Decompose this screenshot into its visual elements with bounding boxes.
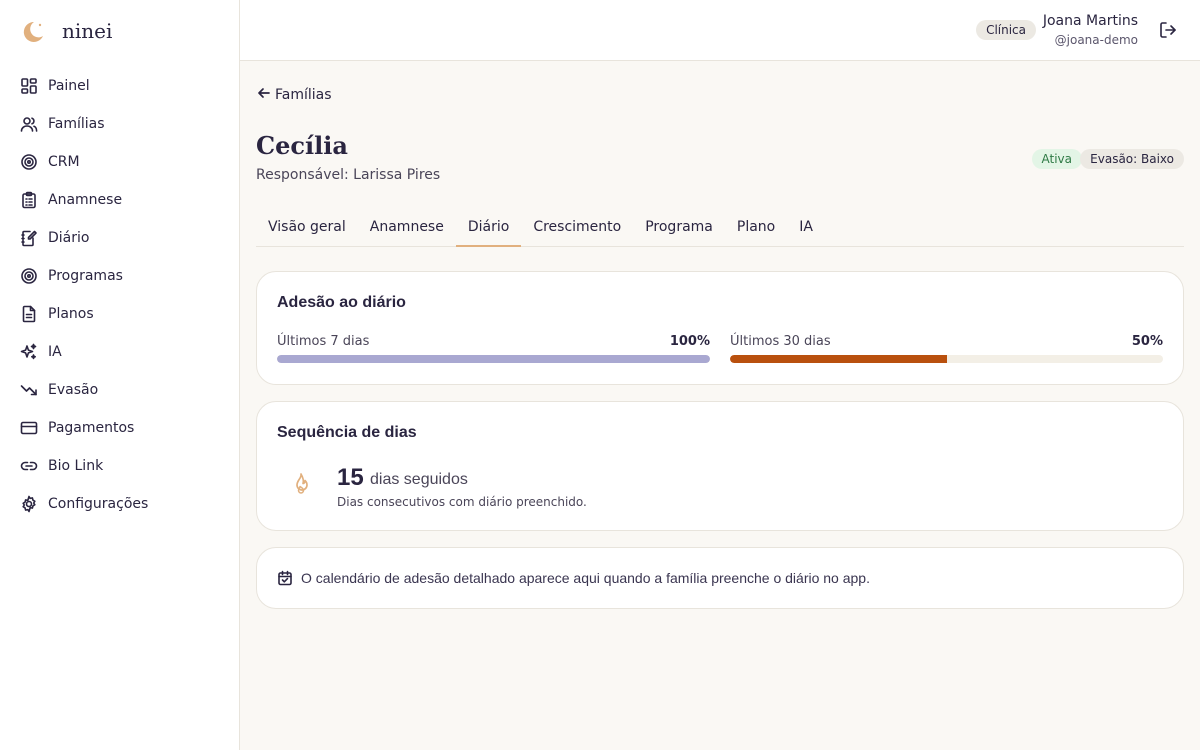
- streak-description: Dias consecutivos com diário preenchido.: [337, 495, 587, 509]
- sidebar: ninei Painel Famílias CRM Anamnese Diári…: [0, 0, 240, 750]
- sidebar-item-label: Painel: [48, 78, 90, 94]
- progress-track: [730, 355, 1163, 363]
- sidebar-item-ia[interactable]: IA: [0, 333, 239, 371]
- tab-diario[interactable]: Diário: [455, 208, 522, 247]
- flame-icon: [289, 472, 313, 498]
- link-icon: [20, 457, 38, 475]
- tab-crescimento[interactable]: Crescimento: [521, 208, 633, 247]
- clipboard-icon: [20, 191, 38, 209]
- moon-logo-icon: [20, 19, 46, 45]
- page-title: Cecília: [256, 131, 348, 160]
- notebook-icon: [20, 229, 38, 247]
- sparkles-icon: [20, 343, 38, 361]
- credit-card-icon: [20, 419, 38, 437]
- trend-down-icon: [20, 381, 38, 399]
- streak-count: 15: [337, 464, 364, 491]
- main-content: Famílias Cecília Responsável: Larissa Pi…: [240, 61, 1200, 750]
- sidebar-item-label: Programas: [48, 268, 123, 284]
- arrow-left-icon: [257, 86, 275, 104]
- tab-ia[interactable]: IA: [787, 208, 825, 247]
- calendar-check-icon: [277, 570, 293, 586]
- sidebar-item-label: Pagamentos: [48, 420, 135, 436]
- tab-anamnese[interactable]: Anamnese: [358, 208, 456, 247]
- target-icon: [20, 267, 38, 285]
- org-badge: Clínica: [976, 20, 1036, 40]
- topbar: Clínica Joana Martins @joana-demo: [240, 0, 1200, 61]
- dashboard-icon: [20, 77, 38, 95]
- risk-badge: Evasão: Baixo: [1080, 149, 1184, 169]
- logout-icon: [1158, 22, 1178, 44]
- meter-label: Últimos 30 dias: [730, 334, 831, 349]
- user-handle: @joana-demo: [1054, 33, 1138, 47]
- adhesion-card: Adesão ao diário Últimos 7 dias 100% Últ…: [256, 271, 1184, 385]
- sidebar-item-bio-link[interactable]: Bio Link: [0, 447, 239, 485]
- sidebar-item-label: Diário: [48, 230, 90, 246]
- sidebar-item-programas[interactable]: Programas: [0, 257, 239, 295]
- sidebar-item-planos[interactable]: Planos: [0, 295, 239, 333]
- user-name: Joana Martins: [1042, 13, 1138, 29]
- sidebar-item-label: Anamnese: [48, 192, 123, 208]
- progress-fill: [730, 355, 947, 363]
- sidebar-item-label: Famílias: [48, 116, 105, 132]
- meter-value: 50%: [1131, 334, 1163, 349]
- sidebar-item-pagamentos[interactable]: Pagamentos: [0, 409, 239, 447]
- calendar-info-text: O calendário de adesão detalhado aparece…: [301, 570, 870, 586]
- progress-fill: [277, 355, 710, 363]
- sidebar-nav: Painel Famílias CRM Anamnese Diário Prog…: [0, 67, 239, 523]
- sidebar-item-label: IA: [48, 344, 62, 360]
- responsible-label: Responsável: Larissa Pires: [256, 167, 441, 183]
- back-link-label: Famílias: [275, 87, 332, 103]
- gear-icon: [20, 495, 38, 513]
- meter-label: Últimos 7 dias: [277, 334, 370, 349]
- streak-unit: dias seguidos: [370, 471, 468, 488]
- sidebar-item-diario[interactable]: Diário: [0, 219, 239, 257]
- sidebar-item-crm[interactable]: CRM: [0, 143, 239, 181]
- sidebar-item-label: Planos: [48, 306, 94, 322]
- streak-card: Sequência de dias 15 dias seguidos Dias …: [256, 401, 1184, 531]
- status-badge: Ativa: [1031, 149, 1082, 169]
- streak-card-title: Sequência de dias: [277, 424, 417, 441]
- progress-track: [277, 355, 710, 363]
- tab-visao-geral[interactable]: Visão geral: [256, 208, 358, 247]
- sidebar-item-familias[interactable]: Famílias: [0, 105, 239, 143]
- brand[interactable]: ninei: [20, 17, 112, 47]
- sidebar-item-label: CRM: [48, 154, 80, 170]
- sidebar-item-evasao[interactable]: Evasão: [0, 371, 239, 409]
- meter-value: 100%: [669, 334, 710, 349]
- tab-bar: Visão geral Anamnese Diário Crescimento …: [256, 208, 1184, 247]
- sidebar-item-painel[interactable]: Painel: [0, 67, 239, 105]
- logout-button[interactable]: [1158, 20, 1178, 40]
- calendar-info-card: O calendário de adesão detalhado aparece…: [256, 547, 1184, 609]
- sidebar-item-label: Evasão: [48, 382, 99, 398]
- document-icon: [20, 305, 38, 323]
- target-icon: [20, 153, 38, 171]
- tab-plano[interactable]: Plano: [725, 208, 787, 247]
- adhesion-card-title: Adesão ao diário: [277, 294, 406, 311]
- sidebar-item-label: Bio Link: [48, 458, 104, 474]
- users-icon: [20, 115, 38, 133]
- tab-programa[interactable]: Programa: [633, 208, 725, 247]
- sidebar-item-configuracoes[interactable]: Configurações: [0, 485, 239, 523]
- sidebar-item-anamnese[interactable]: Anamnese: [0, 181, 239, 219]
- brand-name: ninei: [62, 19, 113, 43]
- sidebar-item-label: Configurações: [48, 496, 149, 512]
- back-link[interactable]: Famílias: [257, 86, 332, 104]
